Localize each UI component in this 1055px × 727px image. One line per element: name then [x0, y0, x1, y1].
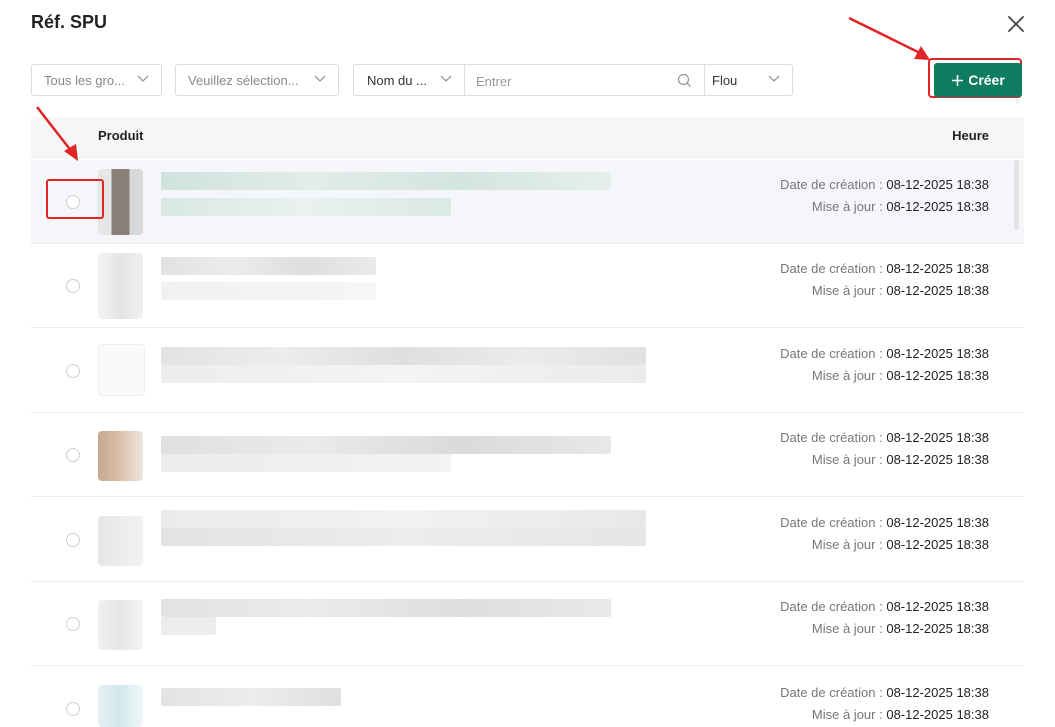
table-row[interactable]: Date de création : 08-12-2025 18:38 Mise…	[31, 582, 1024, 666]
table-row[interactable]: Date de création : 08-12-2025 18:38 Mise…	[31, 244, 1024, 328]
created-label: Date de création :	[780, 515, 883, 530]
annotation-arrow-icon	[848, 16, 930, 60]
created-label: Date de création :	[780, 346, 883, 361]
column-header-time: Heure	[952, 128, 989, 143]
created-label: Date de création :	[780, 261, 883, 276]
product-thumbnail	[98, 169, 143, 235]
chevron-down-icon	[440, 75, 452, 82]
search-input[interactable]	[474, 69, 668, 93]
updated-label: Mise à jour :	[811, 368, 883, 383]
created-value: 08-12-2025 18:38	[886, 599, 989, 614]
table-row[interactable]: Date de création : 08-12-2025 18:38 Mise…	[31, 498, 1024, 582]
row-timestamps: Date de création : 08-12-2025 18:38 Mise…	[780, 427, 989, 471]
group-filter-label: Tous les gro...	[44, 73, 125, 88]
product-thumbnail	[98, 685, 143, 727]
search-field-label: Nom du ...	[367, 73, 427, 88]
product-name-redacted	[161, 436, 611, 454]
table-scrollbar[interactable]	[1014, 160, 1019, 230]
updated-value: 08-12-2025 18:38	[886, 537, 989, 552]
created-label: Date de création :	[780, 430, 883, 445]
product-name-redacted	[161, 347, 646, 365]
product-code-redacted	[161, 617, 216, 635]
close-icon[interactable]	[1005, 13, 1027, 35]
product-thumbnail	[98, 600, 143, 650]
table-row[interactable]: Date de création : 08-12-2025 18:38 Mise…	[31, 160, 1024, 244]
table-header: Produit Heure	[31, 117, 1024, 159]
table-row[interactable]: Date de création : 08-12-2025 18:38 Mise…	[31, 667, 1024, 727]
chevron-down-icon	[768, 75, 780, 82]
updated-value: 08-12-2025 18:38	[886, 707, 989, 722]
product-thumbnail	[98, 344, 145, 396]
search-group: Nom du ... Flou	[353, 64, 793, 96]
row-radio[interactable]	[66, 702, 80, 716]
row-radio[interactable]	[66, 533, 80, 547]
row-radio[interactable]	[66, 448, 80, 462]
updated-label: Mise à jour :	[811, 621, 883, 636]
create-button[interactable]: Créer	[934, 63, 1022, 97]
table-row[interactable]: Date de création : 08-12-2025 18:38 Mise…	[31, 329, 1024, 413]
group-filter-select[interactable]: Tous les gro...	[31, 64, 162, 96]
created-label: Date de création :	[780, 599, 883, 614]
created-label: Date de création :	[780, 177, 883, 192]
updated-value: 08-12-2025 18:38	[886, 621, 989, 636]
spu-reference-dialog: Réf. SPU Tous les gro... Veuillez sélect…	[0, 0, 1055, 727]
table-row[interactable]: Date de création : 08-12-2025 18:38 Mise…	[31, 413, 1024, 497]
updated-value: 08-12-2025 18:38	[886, 199, 989, 214]
chevron-down-icon	[314, 75, 326, 82]
column-header-product: Produit	[98, 128, 144, 143]
product-code-redacted	[161, 528, 646, 546]
row-timestamps: Date de création : 08-12-2025 18:38 Mise…	[780, 596, 989, 640]
row-radio[interactable]	[66, 617, 80, 631]
row-timestamps: Date de création : 08-12-2025 18:38 Mise…	[780, 258, 989, 302]
created-value: 08-12-2025 18:38	[886, 685, 989, 700]
search-icon[interactable]	[677, 73, 692, 88]
row-timestamps: Date de création : 08-12-2025 18:38 Mise…	[780, 343, 989, 387]
updated-label: Mise à jour :	[811, 452, 883, 467]
row-timestamps: Date de création : 08-12-2025 18:38 Mise…	[780, 682, 989, 726]
category-filter-label: Veuillez sélection...	[188, 73, 299, 88]
product-thumbnail	[98, 431, 143, 481]
dialog-title: Réf. SPU	[31, 12, 108, 32]
plus-icon	[952, 74, 964, 86]
created-label: Date de création :	[780, 685, 883, 700]
product-code-redacted	[161, 198, 451, 216]
product-code-redacted	[161, 454, 451, 472]
product-name-redacted	[161, 257, 376, 275]
updated-value: 08-12-2025 18:38	[886, 368, 989, 383]
product-code-redacted	[161, 365, 646, 383]
product-name-redacted	[161, 688, 341, 706]
updated-label: Mise à jour :	[811, 537, 883, 552]
created-value: 08-12-2025 18:38	[886, 346, 989, 361]
match-mode-select[interactable]: Flou	[704, 65, 792, 95]
updated-value: 08-12-2025 18:38	[886, 283, 989, 298]
row-radio[interactable]	[66, 364, 80, 378]
updated-label: Mise à jour :	[811, 199, 883, 214]
row-timestamps: Date de création : 08-12-2025 18:38 Mise…	[780, 174, 989, 218]
row-timestamps: Date de création : 08-12-2025 18:38 Mise…	[780, 512, 989, 556]
product-name-redacted	[161, 599, 611, 617]
product-thumbnail	[98, 253, 143, 319]
created-value: 08-12-2025 18:38	[886, 515, 989, 530]
match-mode-label: Flou	[712, 73, 738, 88]
create-button-label: Créer	[968, 72, 1005, 88]
product-name-redacted	[161, 172, 611, 190]
annotation-arrow-icon	[36, 106, 78, 161]
search-input-wrapper	[464, 65, 705, 95]
created-value: 08-12-2025 18:38	[886, 177, 989, 192]
product-code-redacted	[161, 282, 376, 300]
created-value: 08-12-2025 18:38	[886, 430, 989, 445]
product-thumbnail	[98, 516, 143, 566]
search-field-select[interactable]: Nom du ...	[354, 65, 465, 95]
updated-label: Mise à jour :	[811, 707, 883, 722]
row-radio[interactable]	[66, 279, 80, 293]
product-name-redacted	[161, 510, 646, 528]
row-radio-highlight	[46, 179, 104, 219]
chevron-down-icon	[137, 75, 149, 82]
created-value: 08-12-2025 18:38	[886, 261, 989, 276]
updated-label: Mise à jour :	[811, 283, 883, 298]
category-filter-select[interactable]: Veuillez sélection...	[175, 64, 339, 96]
updated-value: 08-12-2025 18:38	[886, 452, 989, 467]
